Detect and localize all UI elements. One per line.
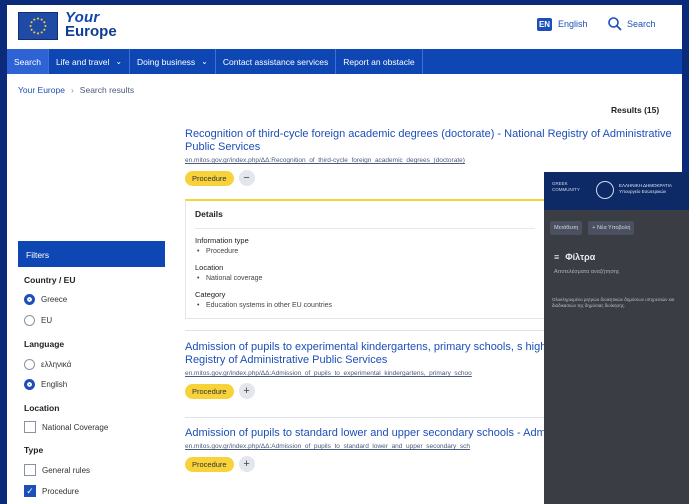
- type-filter-label: Type: [24, 445, 44, 455]
- radio-button[interactable]: [24, 294, 35, 305]
- checkbox[interactable]: [24, 421, 36, 433]
- nav-item-label: Contact assistance services: [222, 56, 329, 67]
- nav-item-label: Report an obstacle: [343, 56, 415, 67]
- mobile-filter-subtitle: Αποτελέσματα αναζήτησης: [554, 269, 620, 275]
- breadcrumb-current: Search results: [79, 85, 135, 95]
- mobile-screenshot-overlay: GREEK COMMUNITY ΕΛΛΗΝΙΚΗ ΔΗΜΟΚΡΑΤΙΑ Υπου…: [544, 172, 689, 504]
- mobile-filter-heading[interactable]: ≡ Φίλτρα: [554, 252, 595, 262]
- location-filter-label: Location: [24, 403, 60, 413]
- results-count: Results (15): [611, 105, 660, 115]
- expand-details-button[interactable]: +: [238, 383, 255, 399]
- option-label: General rules: [42, 465, 91, 475]
- radio-button[interactable]: [24, 315, 35, 326]
- result-title-link[interactable]: Recognition of third-cycle foreign acade…: [185, 128, 675, 154]
- breadcrumb-home-link[interactable]: Your Europe: [18, 85, 65, 95]
- chevron-down-icon: ⌄: [115, 57, 123, 66]
- type-option-general-rules[interactable]: General rules: [24, 464, 90, 476]
- nav-item-label: Life and travel: [55, 56, 110, 67]
- radio-button[interactable]: [24, 379, 35, 390]
- procedure-tag: Procedure: [185, 170, 234, 186]
- language-option-greek[interactable]: ελληνικά: [24, 359, 71, 370]
- breadcrumb: Your Europe › Search results: [18, 85, 134, 95]
- header-search-label: Search: [627, 19, 656, 29]
- nav-item-search[interactable]: Search: [7, 49, 49, 74]
- type-option-procedure[interactable]: ✓ Procedure: [24, 485, 79, 497]
- your-europe-logo[interactable]: Your Europe: [65, 10, 117, 40]
- mobile-body-text: Ολοκληρωμένο μητρώο διοικητικών δημόσιων…: [552, 297, 675, 308]
- nav-item-life-and-travel[interactable]: Life and travel ⌄: [49, 49, 131, 74]
- info-type-label: Information type: [195, 236, 249, 245]
- main-nav: Search Life and travel ⌄ Doing business …: [7, 49, 682, 74]
- search-icon: [608, 17, 622, 31]
- divider: [195, 228, 535, 229]
- language-option-english[interactable]: English: [24, 379, 67, 390]
- divider: [185, 417, 585, 418]
- site-header: Your Europe EN English Search: [7, 5, 682, 47]
- nav-item-report-obstacle[interactable]: Report an obstacle: [336, 49, 423, 74]
- option-label: English: [41, 380, 68, 389]
- radio-button[interactable]: [24, 359, 35, 370]
- mobile-logo-text: GREEK COMMUNITY: [552, 181, 580, 192]
- filter-icon: ≡: [554, 252, 560, 262]
- mobile-filter-title: Φίλτρα: [565, 252, 596, 262]
- mobile-tab-transfer[interactable]: Μετάθεση: [550, 221, 583, 235]
- greek-emblem-icon: [596, 181, 614, 199]
- result-url[interactable]: en.mitos.gov.gr/index.php/ΔΔ:Recognition…: [185, 157, 675, 164]
- category-label: Category: [195, 290, 226, 299]
- checkbox-checked[interactable]: ✓: [24, 485, 36, 497]
- nav-item-label: Doing business: [137, 56, 196, 67]
- option-label: EU: [41, 316, 53, 325]
- logo-line-2: Europe: [65, 23, 117, 40]
- procedure-tag: Procedure: [185, 383, 234, 399]
- mobile-ministry-name: ΕΛΛΗΝΙΚΗ ΔΗΜΟΚΡΑΤΙΑ Υπουργείο Εσωτερικών: [619, 183, 672, 195]
- info-type-value: Procedure: [197, 248, 238, 255]
- chevron-down-icon: ⌄: [201, 57, 208, 66]
- language-filter-label: Language: [24, 339, 65, 349]
- mobile-tab-new-submission[interactable]: + Νέα Υποβολή: [588, 221, 635, 235]
- ministry-line-2: Υπουργείο Εσωτερικών: [619, 189, 667, 194]
- location-option-national[interactable]: National Coverage: [24, 421, 108, 433]
- location-value: National coverage: [197, 275, 263, 282]
- eu-flag-icon: [18, 12, 58, 40]
- mobile-tabs: Μετάθεση + Νέα Υποβολή: [544, 217, 689, 239]
- option-label: Procedure: [42, 486, 79, 496]
- nav-item-label: Search: [14, 56, 41, 67]
- nav-item-contact-assistance[interactable]: Contact assistance services: [216, 49, 337, 74]
- country-option-eu[interactable]: EU: [24, 315, 52, 326]
- result-details-panel: Details Information type Procedure Locat…: [185, 199, 565, 319]
- checkbox[interactable]: [24, 464, 36, 476]
- language-selector[interactable]: English: [558, 19, 588, 29]
- option-label: ελληνικά: [41, 360, 72, 369]
- divider: [185, 330, 585, 331]
- location-label: Location: [195, 263, 224, 272]
- option-label: Greece: [41, 295, 68, 304]
- nav-item-doing-business[interactable]: Doing business ⌄: [130, 49, 216, 74]
- details-title: Details: [195, 209, 223, 219]
- breadcrumb-separator: ›: [70, 85, 74, 95]
- filters-header: Filters: [18, 241, 165, 267]
- country-filter-label: Country / EU: [24, 275, 76, 285]
- mobile-header: GREEK COMMUNITY ΕΛΛΗΝΙΚΗ ΔΗΜΟΚΡΑΤΙΑ Υπου…: [544, 172, 689, 210]
- expand-details-button[interactable]: +: [238, 456, 255, 472]
- country-option-greece[interactable]: Greece: [24, 294, 67, 305]
- collapse-details-button[interactable]: −: [238, 170, 255, 186]
- language-code-badge[interactable]: EN: [537, 18, 552, 31]
- option-label: National Coverage: [42, 422, 109, 432]
- header-search-button[interactable]: Search: [607, 16, 656, 32]
- procedure-tag: Procedure: [185, 456, 234, 472]
- category-value: Education systems in other EU countries: [197, 302, 332, 309]
